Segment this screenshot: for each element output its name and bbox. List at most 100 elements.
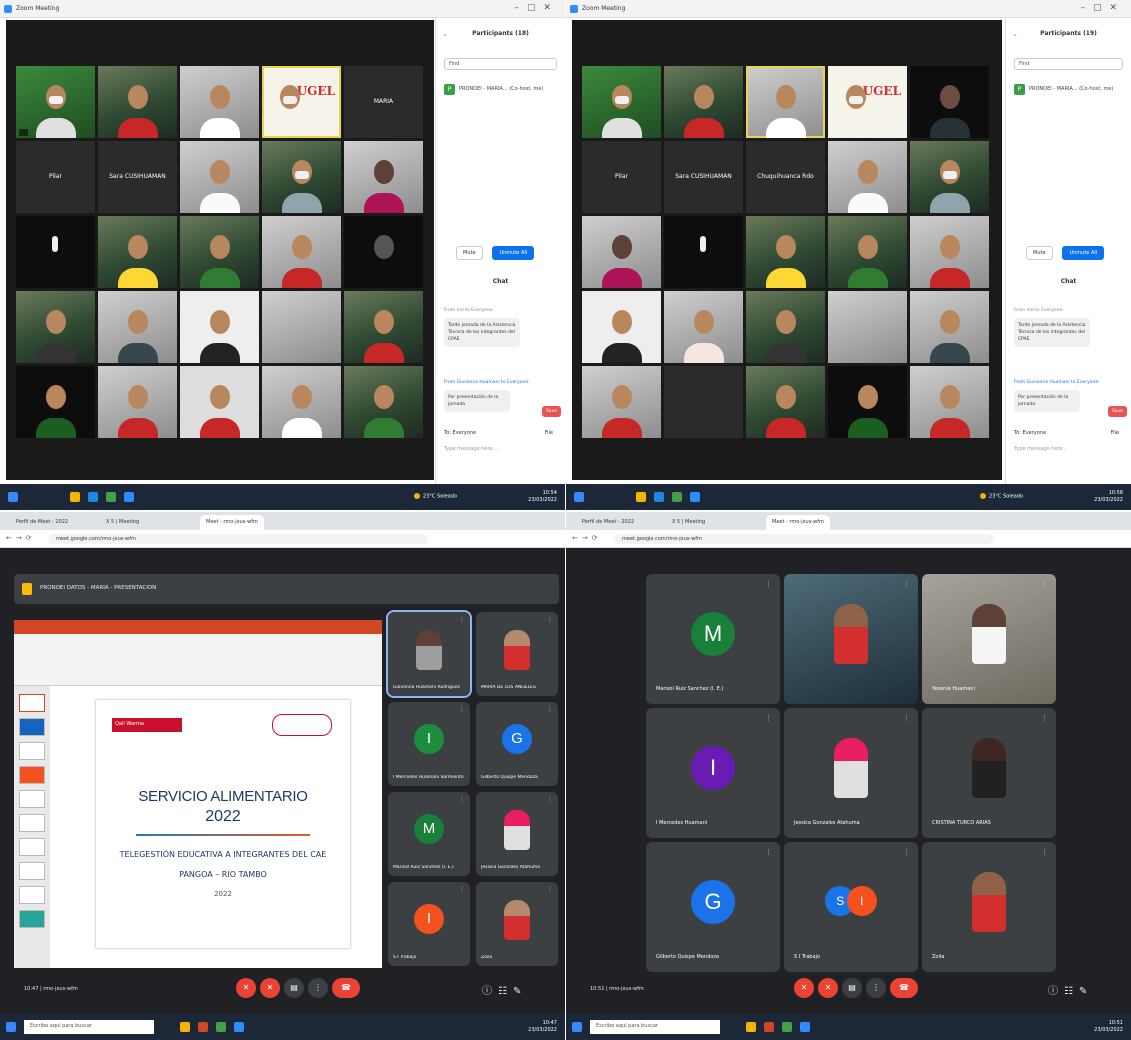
participant-tile[interactable]: G ⋮ Gilberto Quispe Mendoza [476, 702, 558, 786]
participant-tile[interactable] [746, 291, 825, 363]
camera-off-button[interactable]: ✕ [260, 978, 280, 998]
participant-tile[interactable]: ⋮ Zoila [476, 882, 558, 966]
participant-tile[interactable] [582, 216, 661, 288]
window-controls[interactable]: –▢✕ [514, 3, 559, 13]
participant-tile[interactable] [180, 291, 259, 363]
mute-all-button[interactable]: Mute [1026, 246, 1053, 260]
participant-row[interactable]: P PRONOEI - MARIA... (Co-host, me) [444, 84, 557, 98]
browser-tab[interactable]: X 5 | Meeting [100, 515, 145, 530]
participant-tile[interactable]: G ⋮ Gilberto Quispe Mendoza [646, 842, 780, 972]
unmute-all-button[interactable]: Unmute All [1062, 246, 1105, 260]
nav-buttons[interactable]: ←→⟳ [572, 534, 602, 542]
participant-tile[interactable]: UGEL [828, 66, 907, 138]
windows-start-icon[interactable] [8, 492, 18, 502]
participant-tile[interactable]: S I ⋮ S I Trabajo [784, 842, 918, 972]
browser-tab-active[interactable]: Meet - rmo-jxus-wfm [200, 515, 264, 530]
participant-tile[interactable] [180, 216, 259, 288]
participant-tile[interactable]: ⋮ Yesenia Huamani [922, 574, 1056, 704]
participant-tile[interactable]: Sara CUSIHUAMAN [664, 141, 743, 213]
participant-tile[interactable] [828, 141, 907, 213]
camera-off-button[interactable]: ✕ [818, 978, 838, 998]
participant-tile[interactable] [910, 291, 989, 363]
edge-icon[interactable] [654, 492, 664, 502]
participant-tile[interactable]: Pilar [16, 141, 95, 213]
participant-tile[interactable] [664, 216, 743, 288]
participant-tile[interactable]: ⋮ Zoila [922, 842, 1056, 972]
taskbar-search[interactable]: Escribe aquí para buscar [24, 1020, 154, 1034]
unmute-all-button[interactable]: Unmute All [492, 246, 535, 260]
participant-tile[interactable] [910, 216, 989, 288]
participant-tile[interactable] [98, 66, 177, 138]
chat-recipient-select[interactable]: To: Everyone [444, 430, 476, 436]
save-button[interactable]: Save [541, 406, 561, 417]
participant-tile[interactable] [910, 66, 989, 138]
participant-tile[interactable] [16, 216, 95, 288]
participant-tile[interactable]: I ⋮ I Mercedes Huamani Sarmiento [388, 702, 470, 786]
zoom-taskbar-icon[interactable] [234, 1022, 244, 1032]
mic-off-button[interactable]: ✕ [794, 978, 814, 998]
participant-tile[interactable] [910, 366, 989, 438]
edge-icon[interactable] [88, 492, 98, 502]
end-call-button[interactable]: ☎ [890, 978, 918, 998]
end-call-button[interactable]: ☎ [332, 978, 360, 998]
participant-tile[interactable] [828, 216, 907, 288]
participant-row[interactable]: P PRONOEI - MARIA... (Co-host, me) [1014, 84, 1123, 98]
participant-tile[interactable] [262, 366, 341, 438]
participant-tile[interactable]: UGEL [262, 66, 341, 138]
powerpoint-icon[interactable] [198, 1022, 208, 1032]
url-input[interactable]: meet.google.com/rmo-jxus-wfm [48, 534, 428, 544]
participant-tile[interactable] [344, 291, 423, 363]
participant-tile[interactable] [344, 366, 423, 438]
chrome-icon[interactable] [106, 492, 116, 502]
participant-tile[interactable]: Pilar [582, 141, 661, 213]
browser-tab[interactable]: X 5 | Meeting [666, 515, 711, 530]
participant-tile[interactable]: MARIA [344, 66, 423, 138]
participant-tile[interactable] [664, 366, 743, 438]
more-options-button[interactable]: ⋮ [866, 978, 886, 998]
participant-tile[interactable] [180, 66, 259, 138]
participant-tile[interactable] [262, 141, 341, 213]
right-controls-icons[interactable]: ⓘ☷✎ [482, 982, 527, 997]
chrome-icon[interactable] [216, 1022, 226, 1032]
participant-tile[interactable]: M ⋮ Marisol Ruiz Sanchez (I. E.) [646, 574, 780, 704]
participant-tile[interactable] [16, 291, 95, 363]
captions-button[interactable]: ▤ [284, 978, 304, 998]
participant-tile[interactable] [344, 216, 423, 288]
file-button[interactable]: File [545, 430, 553, 436]
participant-tile[interactable] [664, 66, 743, 138]
participant-tile[interactable]: ⋮ [784, 574, 918, 704]
browser-tab-active[interactable]: Meet - rmo-jxus-wfm [766, 515, 830, 530]
participant-tile[interactable] [180, 141, 259, 213]
nav-buttons[interactable]: ←→⟳ [6, 534, 36, 542]
participant-tile[interactable] [910, 141, 989, 213]
mic-off-button[interactable]: ✕ [236, 978, 256, 998]
participant-tile[interactable]: I ⋮ S I Trabajo [388, 882, 470, 966]
chrome-icon[interactable] [782, 1022, 792, 1032]
zoom-taskbar-icon[interactable] [800, 1022, 810, 1032]
participant-tile[interactable]: I ⋮ I Mercedes Huamani [646, 708, 780, 838]
captions-button[interactable]: ▤ [842, 978, 862, 998]
windows-start-icon[interactable] [574, 492, 584, 502]
participant-tile[interactable] [16, 366, 95, 438]
participant-search-input[interactable]: Find [444, 58, 557, 70]
taskbar-search[interactable]: Escribe aquí para buscar [590, 1020, 720, 1034]
participant-tile[interactable]: ⋮ Jessica Gonzales Atahuma [476, 792, 558, 876]
file-explorer-icon[interactable] [180, 1022, 190, 1032]
zoom-taskbar-icon[interactable] [690, 492, 700, 502]
windows-start-icon[interactable] [6, 1022, 16, 1032]
file-explorer-icon[interactable] [636, 492, 646, 502]
participant-tile[interactable]: ⋮ Giovanna Huamani Rodriguez [386, 610, 472, 698]
participant-tile[interactable] [262, 216, 341, 288]
more-options-button[interactable]: ⋮ [308, 978, 328, 998]
chrome-icon[interactable] [672, 492, 682, 502]
participant-tile[interactable] [828, 291, 907, 363]
participant-tile[interactable] [98, 291, 177, 363]
powerpoint-icon[interactable] [764, 1022, 774, 1032]
participant-tile[interactable]: ⋮ Jessica Gonzales Atahuma [784, 708, 918, 838]
windows-start-icon[interactable] [572, 1022, 582, 1032]
participant-tile[interactable]: M ⋮ Marisol Ruiz Sanchez (I. E.) [388, 792, 470, 876]
chat-recipient-select[interactable]: To: Everyone [1014, 430, 1046, 436]
participant-tile[interactable] [582, 66, 661, 138]
participant-tile[interactable]: Sara CUSIHUAMAN [98, 141, 177, 213]
participant-search-input[interactable]: Find [1014, 58, 1123, 70]
